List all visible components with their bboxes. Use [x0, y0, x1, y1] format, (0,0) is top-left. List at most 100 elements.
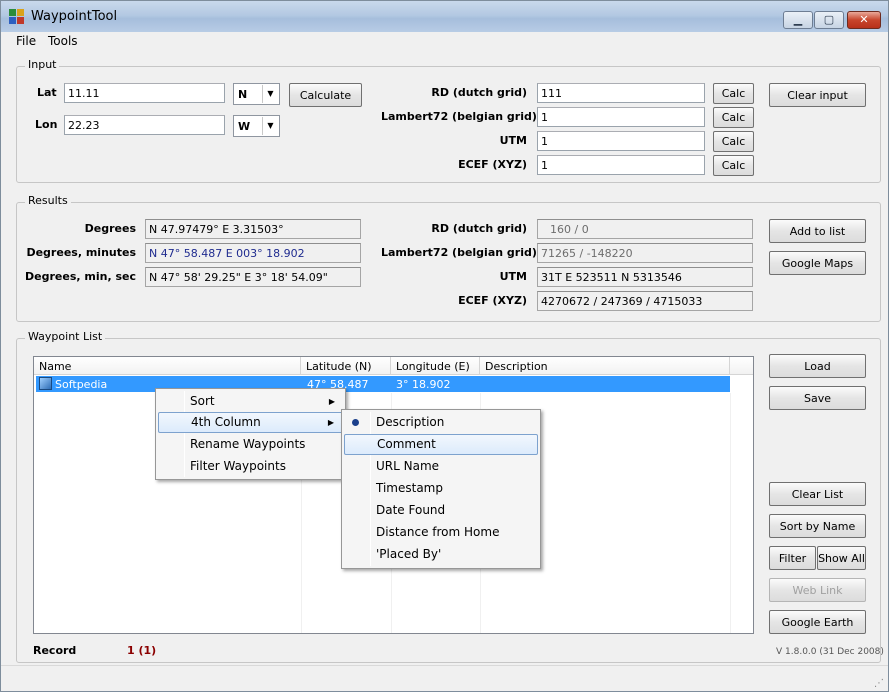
submenu-url-name[interactable]: URL Name [344, 456, 538, 477]
context-menu-filter-label: Filter Waypoints [190, 459, 286, 473]
lon-input[interactable]: 22.23 [64, 115, 225, 135]
lambert-input-label: Lambert72 (belgian grid) [381, 110, 537, 123]
column-header-longitude[interactable]: Longitude (E) [391, 357, 480, 375]
row-longitude: 3° 18.902 [396, 378, 451, 391]
submenu-placed-by-label: 'Placed By' [376, 547, 442, 561]
add-to-list-button[interactable]: Add to list [769, 219, 866, 243]
calc-rd-button[interactable]: Calc [713, 83, 754, 104]
calc-ecef-button[interactable]: Calc [713, 155, 754, 176]
sort-by-name-button[interactable]: Sort by Name [769, 514, 866, 538]
clear-input-button[interactable]: Clear input [769, 83, 866, 107]
utm-result-label: UTM [499, 270, 527, 283]
table-row[interactable]: Softpedia 47° 58.487 3° 18.902 [36, 376, 730, 392]
app-icon [9, 9, 25, 25]
clear-list-label: Clear List [791, 488, 844, 501]
column-submenu: Description Comment URL Name Timestamp D… [341, 409, 541, 569]
waypoint-list-legend: Waypoint List [25, 330, 106, 343]
grid-line [730, 393, 731, 633]
maximize-button[interactable]: ▢ [814, 11, 844, 29]
submenu-description[interactable]: Description [344, 412, 538, 433]
submenu-comment[interactable]: Comment [344, 434, 538, 455]
submenu-arrow-icon: ▶ [327, 418, 334, 427]
clear-list-button[interactable]: Clear List [769, 482, 866, 506]
show-all-button[interactable]: Show All [817, 546, 866, 570]
context-menu-4th-column[interactable]: 4th Column ▶ [158, 412, 343, 433]
input-legend: Input [25, 58, 60, 71]
utm-input-label: UTM [499, 134, 527, 147]
context-menu: Sort ▶ 4th Column ▶ Rename Waypoints Fil… [155, 388, 346, 480]
lat-hemisphere-select[interactable]: N ▼ [233, 83, 280, 105]
add-to-list-label: Add to list [789, 225, 846, 238]
lat-hemisphere-value: N [238, 88, 248, 101]
results-legend: Results [25, 194, 71, 207]
title-bar[interactable]: WaypointTool ▁ ▢ ✕ [1, 1, 888, 33]
ecef-input-label: ECEF (XYZ) [458, 158, 527, 171]
utm-input[interactable]: 1 [537, 131, 705, 151]
submenu-placed-by[interactable]: 'Placed By' [344, 544, 538, 565]
submenu-distance-from-home[interactable]: Distance from Home [344, 522, 538, 543]
google-maps-button[interactable]: Google Maps [769, 251, 866, 275]
chevron-down-icon: ▼ [262, 85, 278, 103]
submenu-description-label: Description [376, 415, 445, 429]
submenu-date-found[interactable]: Date Found [344, 500, 538, 521]
submenu-url-name-label: URL Name [376, 459, 440, 473]
resize-grip-icon[interactable]: ⋰ [874, 678, 884, 689]
lat-input[interactable]: 11.11 [64, 83, 225, 103]
calc-lambert-button[interactable]: Calc [713, 107, 754, 128]
context-menu-sort-label: Sort [190, 394, 215, 408]
version-text: V 1.8.0.0 (31 Dec 2008) [776, 647, 884, 657]
google-earth-button[interactable]: Google Earth [769, 610, 866, 634]
ecef-result-output: 4270672 / 247369 / 4715033 [537, 291, 753, 311]
web-link-button[interactable]: Web Link [769, 578, 866, 602]
load-button[interactable]: Load [769, 354, 866, 378]
rd-result-output: 160 / 0 [537, 219, 753, 239]
menu-tools[interactable]: Tools [48, 34, 78, 48]
record-count: 1 (1) [127, 644, 157, 657]
close-button[interactable]: ✕ [847, 11, 881, 29]
utm-result-output: 31T E 523511 N 5313546 [537, 267, 753, 287]
submenu-timestamp[interactable]: Timestamp [344, 478, 538, 499]
rd-input[interactable]: 111 [537, 83, 705, 103]
web-link-label: Web Link [792, 584, 843, 597]
submenu-comment-label: Comment [377, 437, 436, 451]
lon-hemisphere-select[interactable]: W ▼ [233, 115, 280, 137]
column-header-name[interactable]: Name [34, 357, 301, 375]
submenu-timestamp-label: Timestamp [376, 481, 443, 495]
lambert-input[interactable]: 1 [537, 107, 705, 127]
context-menu-filter-waypoints[interactable]: Filter Waypoints [158, 456, 343, 477]
column-header-description[interactable]: Description [480, 357, 730, 375]
lon-label: Lon [35, 118, 58, 131]
calculate-button[interactable]: Calculate [289, 83, 362, 107]
calc-utm-button[interactable]: Calc [713, 131, 754, 152]
google-earth-label: Google Earth [781, 616, 854, 629]
calc-label: Calc [721, 159, 746, 172]
ecef-result-label: ECEF (XYZ) [458, 294, 527, 307]
degrees-minutes-label: Degrees, minutes [26, 246, 136, 259]
lambert-result-label: Lambert72 (belgian grid) [381, 246, 537, 259]
ecef-input[interactable]: 1 [537, 155, 705, 175]
menu-bar: File Tools [1, 32, 888, 51]
lambert-result-output: 71265 / -148220 [537, 243, 753, 263]
column-header-latitude[interactable]: Latitude (N) [301, 357, 391, 375]
submenu-arrow-icon: ▶ [328, 397, 335, 406]
degrees-label: Degrees [84, 222, 136, 235]
rd-result-label: RD (dutch grid) [431, 222, 527, 235]
record-label: Record [33, 644, 77, 657]
radio-selected-icon [352, 419, 359, 426]
minimize-button[interactable]: ▁ [783, 11, 813, 29]
filter-label: Filter [778, 552, 807, 565]
show-all-label: Show All [818, 552, 865, 565]
filter-button[interactable]: Filter [769, 546, 816, 570]
window-title: WaypointTool [31, 9, 118, 24]
app-window: WaypointTool ▁ ▢ ✕ File Tools Input Lat … [0, 0, 889, 692]
waypoint-icon [39, 377, 52, 390]
save-button[interactable]: Save [769, 386, 866, 410]
degrees-minutes-output: N 47° 58.487 E 003° 18.902 [145, 243, 361, 263]
degrees-min-sec-output: N 47° 58' 29.25" E 3° 18' 54.09" [145, 267, 361, 287]
context-menu-rename-waypoints[interactable]: Rename Waypoints [158, 434, 343, 455]
context-menu-sort[interactable]: Sort ▶ [158, 391, 343, 412]
google-maps-label: Google Maps [781, 257, 854, 270]
row-name: Softpedia [55, 378, 108, 391]
menu-file[interactable]: File [16, 34, 36, 48]
load-label: Load [804, 360, 831, 373]
